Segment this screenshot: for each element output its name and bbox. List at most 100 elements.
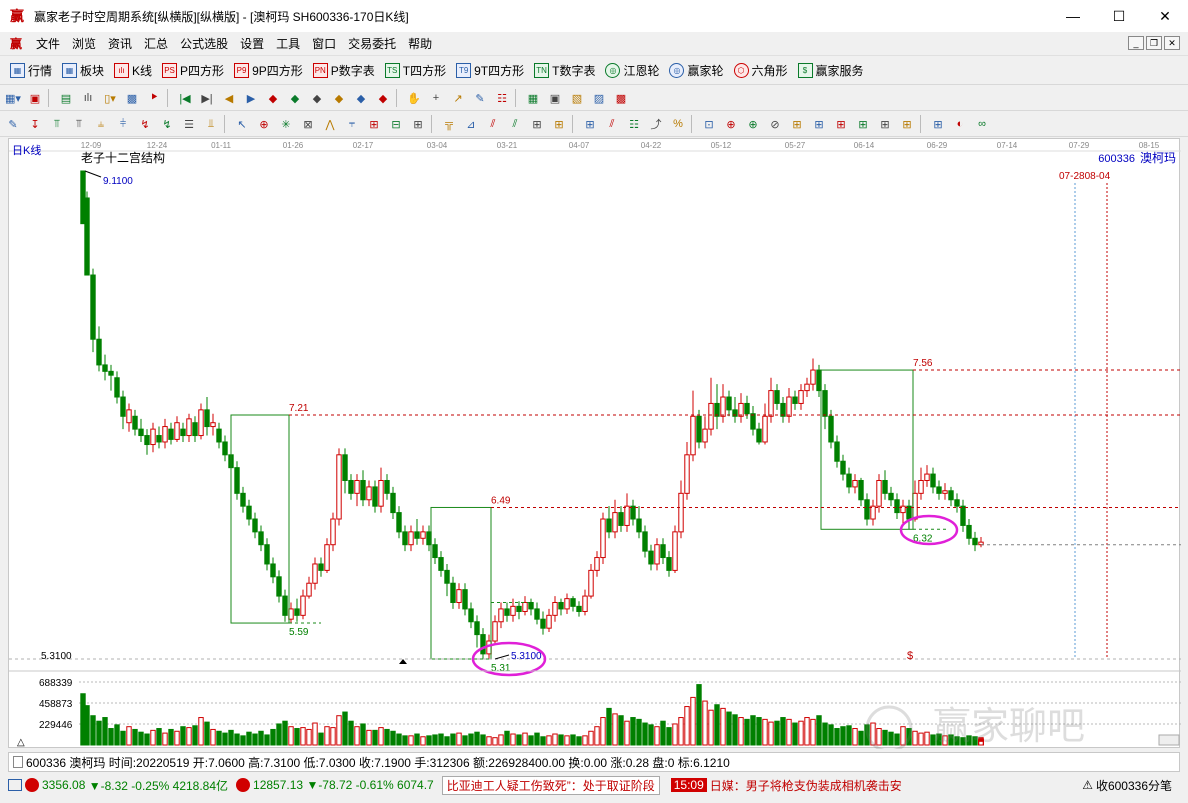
analysis-tool-23-icon[interactable]: ⫽ [506, 115, 524, 133]
analysis-tool-34-icon[interactable]: ⊘ [766, 115, 784, 133]
analysis-tool-21-icon[interactable]: ⊿ [462, 115, 480, 133]
toolbar-item-blocks[interactable]: ▦ 板块 [62, 62, 104, 79]
analysis-tool-39-icon[interactable]: ⊞ [876, 115, 894, 133]
analysis-tool-43-icon[interactable]: ∞ [973, 115, 991, 133]
analysis-tool-3-icon[interactable]: ⫪ [48, 115, 66, 133]
menu-info[interactable]: 资讯 [106, 35, 134, 52]
draw-tool-3-icon[interactable]: ▤ [57, 89, 75, 107]
analysis-tool-27-icon[interactable]: ⫽ [603, 115, 621, 133]
draw-tool-9-icon[interactable]: ▶| [198, 89, 216, 107]
analysis-tool-31-icon[interactable]: ⊡ [700, 115, 718, 133]
draw-tool-25-icon[interactable]: ▧ [568, 89, 586, 107]
analysis-tool-28-icon[interactable]: ☷ [625, 115, 643, 133]
draw-tool-24-icon[interactable]: ▣ [546, 89, 564, 107]
menu-logo-icon[interactable]: 赢 [10, 35, 26, 52]
analysis-tool-40-icon[interactable]: ⊞ [898, 115, 916, 133]
analysis-tool-32-icon[interactable]: ⊕ [722, 115, 740, 133]
info-toggle-icon[interactable] [13, 756, 23, 768]
analysis-tool-22-icon[interactable]: ⫽ [484, 115, 502, 133]
analysis-tool-42-icon[interactable]: ◐ [951, 115, 969, 133]
news-ticker-1[interactable]: 比亚迪工人疑工伤致死”：处于取证阶段 [447, 777, 655, 794]
draw-tool-7-icon[interactable]: ⯈ [145, 89, 163, 107]
draw-tool-16-icon[interactable]: ◆ [352, 89, 370, 107]
toolbar-item-p-square[interactable]: PS P四方形 [162, 62, 224, 79]
analysis-tool-17-icon[interactable]: ⊞ [365, 115, 383, 133]
analysis-tool-36-icon[interactable]: ⊞ [810, 115, 828, 133]
mdi-close-button[interactable]: ✕ [1164, 36, 1180, 50]
draw-tool-1-icon[interactable]: ▦▾ [4, 89, 22, 107]
toolbar-item-t-square[interactable]: TS T四方形 [384, 62, 446, 79]
analysis-tool-19-icon[interactable]: ⊞ [409, 115, 427, 133]
toolbar-item-pn-table[interactable]: PN P数字表 [312, 62, 375, 79]
analysis-tool-29-icon[interactable]: ⤴ [647, 115, 665, 133]
analysis-tool-1-icon[interactable]: ✎ [4, 115, 22, 133]
analysis-tool-41-icon[interactable]: ⊞ [929, 115, 947, 133]
analysis-tool-4-icon[interactable]: ⫪ [70, 115, 88, 133]
analysis-tool-26-icon[interactable]: ⊞ [581, 115, 599, 133]
analysis-tool-38-icon[interactable]: ⊞ [854, 115, 872, 133]
mdi-restore-button[interactable]: ❐ [1146, 36, 1162, 50]
grid-icon[interactable] [8, 779, 22, 791]
draw-tool-20-icon[interactable]: ↗ [449, 89, 467, 107]
minimize-button[interactable]: — [1050, 0, 1096, 32]
analysis-tool-11-icon[interactable]: ↖ [233, 115, 251, 133]
menu-settings[interactable]: 设置 [238, 35, 266, 52]
menu-browse[interactable]: 浏览 [70, 35, 98, 52]
analysis-tool-37-icon[interactable]: ⊞ [832, 115, 850, 133]
analysis-tool-13-icon[interactable]: ✳ [277, 115, 295, 133]
analysis-tool-20-icon[interactable]: ╦ [440, 115, 458, 133]
menu-trade[interactable]: 交易委托 [346, 35, 398, 52]
news-ticker-2[interactable]: 日媒：男子将枪支伪装成相机袭击安 [710, 777, 902, 794]
draw-tool-15-icon[interactable]: ◆ [330, 89, 348, 107]
analysis-tool-35-icon[interactable]: ⊞ [788, 115, 806, 133]
menu-formula-select[interactable]: 公式选股 [178, 35, 230, 52]
analysis-tool-25-icon[interactable]: ⊞ [550, 115, 568, 133]
draw-tool-2-icon[interactable]: ▣ [26, 89, 44, 107]
draw-tool-26-icon[interactable]: ▨ [590, 89, 608, 107]
maximize-button[interactable]: ☐ [1096, 0, 1142, 32]
analysis-tool-10-icon[interactable]: ⫫ [202, 115, 220, 133]
kline-chart[interactable]: 12-09 12-24 01-11 01-26 02-17 03-04 03-21 04-07… [8, 138, 1181, 749]
draw-tool-13-icon[interactable]: ◆ [286, 89, 304, 107]
analysis-tool-30-icon[interactable]: % [669, 115, 687, 133]
toolbar-item-dollar[interactable]: $ 赢家服务 [797, 62, 864, 79]
menu-window[interactable]: 窗口 [310, 35, 338, 52]
analysis-tool-16-icon[interactable]: ⫧ [343, 115, 361, 133]
menu-file[interactable]: 文件 [34, 35, 62, 52]
draw-tool-4-icon[interactable]: ılı [79, 89, 97, 107]
toolbar-item-tn-table[interactable]: TN T数字表 [534, 62, 595, 79]
toolbar-item-candle[interactable]: ılı K线 [114, 62, 152, 79]
draw-tool-14-icon[interactable]: ◆ [308, 89, 326, 107]
analysis-tool-8-icon[interactable]: ↯ [158, 115, 176, 133]
draw-tool-19-icon[interactable]: + [427, 89, 445, 107]
toolbar-item-9t-square[interactable]: T9 9T四方形 [456, 62, 524, 79]
analysis-tool-9-icon[interactable]: ☰ [180, 115, 198, 133]
draw-tool-5-icon[interactable]: ▯▾ [101, 89, 119, 107]
draw-tool-11-icon[interactable]: ▶ [242, 89, 260, 107]
toolbar-item-9p-square[interactable]: P9 9P四方形 [234, 62, 303, 79]
analysis-tool-5-icon[interactable]: ⫨ [92, 115, 110, 133]
menu-help[interactable]: 帮助 [406, 35, 434, 52]
toolbar-item-hexagon[interactable]: ⬡ 六角形 [733, 62, 788, 79]
analysis-tool-15-icon[interactable]: ⋀ [321, 115, 339, 133]
close-button[interactable]: ✕ [1142, 0, 1188, 32]
draw-tool-6-icon[interactable]: ▩ [123, 89, 141, 107]
draw-tool-18-icon[interactable]: ✋ [405, 89, 423, 107]
draw-tool-23-icon[interactable]: ▦ [524, 89, 542, 107]
draw-tool-8-icon[interactable]: |◀ [176, 89, 194, 107]
menu-tools[interactable]: 工具 [274, 35, 302, 52]
menu-summary[interactable]: 汇总 [142, 35, 170, 52]
draw-tool-22-icon[interactable]: ☷ [493, 89, 511, 107]
analysis-tool-7-icon[interactable]: ↯ [136, 115, 154, 133]
tick-data-link[interactable]: 收600336分笔 [1096, 777, 1172, 794]
chart-canvas[interactable]: 12-09 12-24 01-11 01-26 02-17 03-04 03-21 04-07… [9, 139, 1181, 749]
sz-index-value[interactable]: 12857.13 [253, 778, 303, 792]
draw-tool-17-icon[interactable]: ◆ [374, 89, 392, 107]
draw-tool-10-icon[interactable]: ◀ [220, 89, 238, 107]
toolbar-item-winner-wheel[interactable]: ◎ 赢家轮 [669, 62, 724, 79]
draw-tool-27-icon[interactable]: ▩ [612, 89, 630, 107]
toolbar-item-grid[interactable]: ▦ 行情 [10, 62, 52, 79]
draw-tool-12-icon[interactable]: ◆ [264, 89, 282, 107]
analysis-tool-12-icon[interactable]: ⊕ [255, 115, 273, 133]
analysis-tool-6-icon[interactable]: ⫩ [114, 115, 132, 133]
